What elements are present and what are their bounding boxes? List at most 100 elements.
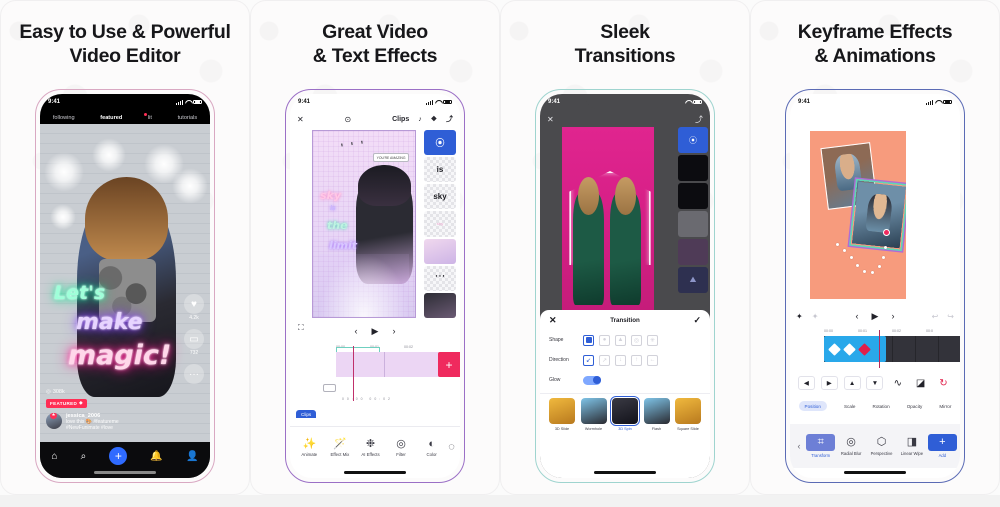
editor-tool-strip[interactable]: ✨ Animate 🪄 Effect Mix ❉ AI Effects ◎ Filter… <box>290 426 460 468</box>
feed-tab-tutorials[interactable]: tutorials <box>178 115 198 121</box>
canvas-text-sky[interactable]: sky <box>320 189 341 202</box>
shape-option-triangle[interactable]: ▲ <box>615 334 626 346</box>
direction-option-down-left[interactable]: ↙ <box>583 354 594 366</box>
home-icon[interactable]: ⌂ <box>52 451 58 462</box>
layer-item-4[interactable] <box>678 239 708 265</box>
tab-mirror[interactable]: Mirror <box>939 404 951 409</box>
arrow-down-icon[interactable]: ▼ <box>866 376 884 390</box>
tool-filter[interactable]: ◎ Filter <box>386 438 417 457</box>
caption-line-2[interactable]: #NewFunimate #love <box>66 425 119 432</box>
caption-hashtag[interactable]: #featureme <box>93 419 118 425</box>
keyframe-diamond-icon[interactable] <box>843 342 856 356</box>
transition-square-slide[interactable]: Square Slide <box>675 397 701 431</box>
chevron-left-icon[interactable]: ‹ <box>793 441 805 451</box>
effect-transform[interactable]: ⌗ Transform <box>806 434 836 458</box>
shape-option-circle[interactable]: ● <box>599 334 610 346</box>
clips-tab[interactable]: Clips <box>296 410 317 418</box>
tool-more[interactable]: ◌ <box>447 441 456 453</box>
canvas-text-is[interactable]: is <box>330 205 336 212</box>
tool-effect-mix[interactable]: 🪄 Effect Mix <box>325 438 356 457</box>
editor-toolbar[interactable]: ✕ ⊙ Clips ♪ ❖ ⤴ <box>290 111 460 127</box>
tab-rotation[interactable]: Rotation <box>873 404 890 409</box>
layer-tool-selected[interactable]: ⦿ <box>678 127 708 153</box>
bell-icon[interactable]: 🔔 <box>150 451 162 462</box>
keyframe-nudge-controls[interactable]: ◀ ▶ ▲ ▼ ∿ ◪ ↻ <box>790 372 960 394</box>
close-icon[interactable]: ✕ <box>549 315 557 326</box>
shape-option-star[interactable]: ✳ <box>647 334 658 346</box>
music-icon[interactable]: ♪ <box>418 116 422 123</box>
layer-rail[interactable]: ⦿ ⛰ <box>678 127 708 293</box>
effect-radial-blur[interactable]: ◎ Radial Blur <box>836 436 865 455</box>
feed-tab-following[interactable]: following <box>53 115 75 121</box>
add-clip-button[interactable]: + <box>438 352 460 377</box>
user-row[interactable]: ★ jessica_2006 love this 🎨 #featureme #N… <box>46 412 119 433</box>
export-icon[interactable]: ⤴ <box>695 114 703 125</box>
canvas-text-the[interactable]: the <box>327 219 348 232</box>
search-icon[interactable]: ⌕ <box>81 451 87 462</box>
layer-item-photo[interactable] <box>424 292 456 318</box>
layer-item-5[interactable]: ⛰ <box>678 267 708 293</box>
direction-option-up[interactable]: ↑ <box>631 354 642 366</box>
reset-icon[interactable]: ↻ <box>934 376 952 390</box>
glow-toggle[interactable] <box>583 375 601 385</box>
layer-item-faint[interactable]: sky <box>424 211 456 237</box>
layer-item-1[interactable] <box>678 155 708 181</box>
layers-icon[interactable]: ❖ <box>431 115 437 123</box>
close-icon[interactable]: ✕ <box>297 115 304 124</box>
layer-item-image[interactable] <box>424 238 456 264</box>
avatar[interactable]: ★ <box>46 412 62 429</box>
tab-opacity[interactable]: Opacity <box>907 404 923 409</box>
layer-item-strokes[interactable]: ' ' ' <box>424 265 456 291</box>
keyframe-icon[interactable]: ✦ <box>796 312 803 321</box>
linear-icon[interactable]: ◪ <box>912 376 930 390</box>
shape-option-square[interactable] <box>583 334 594 346</box>
create-button[interactable]: + <box>109 447 128 465</box>
effect-perspective[interactable]: ⬡ Perspective <box>867 436 896 455</box>
feed-tabs[interactable]: following featured lit tutorials <box>40 111 210 124</box>
check-icon[interactable]: ✓ <box>693 315 701 326</box>
profile-icon[interactable]: 👤 <box>186 451 198 462</box>
shape-option-ring[interactable]: ◎ <box>631 334 642 346</box>
close-icon[interactable]: ✕ <box>547 115 554 124</box>
tool-color[interactable]: ◐ Color <box>416 438 447 457</box>
direction-option-left[interactable]: ← <box>647 354 658 366</box>
transition-3d-slide[interactable]: 3D Slide <box>549 397 575 431</box>
keyframe-transport[interactable]: ✦ ✦ ‹ ▶ › ↩ ↪ <box>790 308 960 324</box>
arrow-right-icon[interactable]: ▶ <box>820 376 838 390</box>
timeline-track[interactable] <box>824 336 960 362</box>
curve-icon[interactable]: ∿ <box>889 376 907 390</box>
transition-preview[interactable] <box>562 127 654 327</box>
keyframe-stage[interactable] <box>810 131 906 299</box>
transition-wormhole[interactable]: Wormhole <box>580 397 607 431</box>
layer-rail[interactable]: ⦿ is sky sky ' ' ' <box>424 130 456 318</box>
like-icon[interactable]: ♥ <box>184 294 204 314</box>
transport-controls[interactable]: ‹ ▶ › <box>290 322 460 340</box>
tool-animate[interactable]: ✨ Animate <box>294 438 325 457</box>
property-tabs[interactable]: Position Scale Rotation Opacity Mirror <box>790 398 960 414</box>
next-frame-icon[interactable]: › <box>891 311 894 321</box>
tab-scale[interactable]: Scale <box>844 404 856 409</box>
feed-tab-lit[interactable]: lit <box>144 112 152 121</box>
comment-icon[interactable]: ▭ <box>184 329 204 349</box>
selected-clip[interactable] <box>824 336 886 362</box>
layer-item-sky[interactable]: sky <box>424 184 456 210</box>
playhead[interactable] <box>353 346 355 401</box>
feed-tab-featured[interactable]: featured <box>100 115 122 121</box>
layer-item-is[interactable]: is <box>424 157 456 183</box>
transition-flash[interactable]: Flash <box>643 397 670 431</box>
export-icon[interactable]: ⤴ <box>446 114 453 124</box>
edit-canvas[interactable]: ' ' ' YOU'RE AMAZING sky is the limit <box>312 130 416 318</box>
playhead[interactable] <box>879 330 881 368</box>
keyframe-dim-icon[interactable]: ✦ <box>812 312 819 321</box>
arrow-up-icon[interactable]: ▲ <box>843 376 861 390</box>
keyframe-handle[interactable] <box>883 229 890 236</box>
effect-add[interactable]: + Add <box>927 434 958 458</box>
keyframe-tools[interactable]: ✦ ✦ <box>796 312 818 321</box>
play-icon[interactable]: ▶ <box>372 326 379 337</box>
next-frame-icon[interactable]: › <box>392 326 395 336</box>
history-tools[interactable]: ↩ ↪ <box>932 312 954 321</box>
effect-strip[interactable]: ‹ ⌗ Transform ◎ Radial Blur ⬡ Perspective ◨… <box>790 424 960 468</box>
arrow-left-icon[interactable]: ◀ <box>797 376 815 390</box>
prev-frame-icon[interactable]: ‹ <box>856 311 859 321</box>
help-icon[interactable]: ⊙ <box>345 115 352 124</box>
